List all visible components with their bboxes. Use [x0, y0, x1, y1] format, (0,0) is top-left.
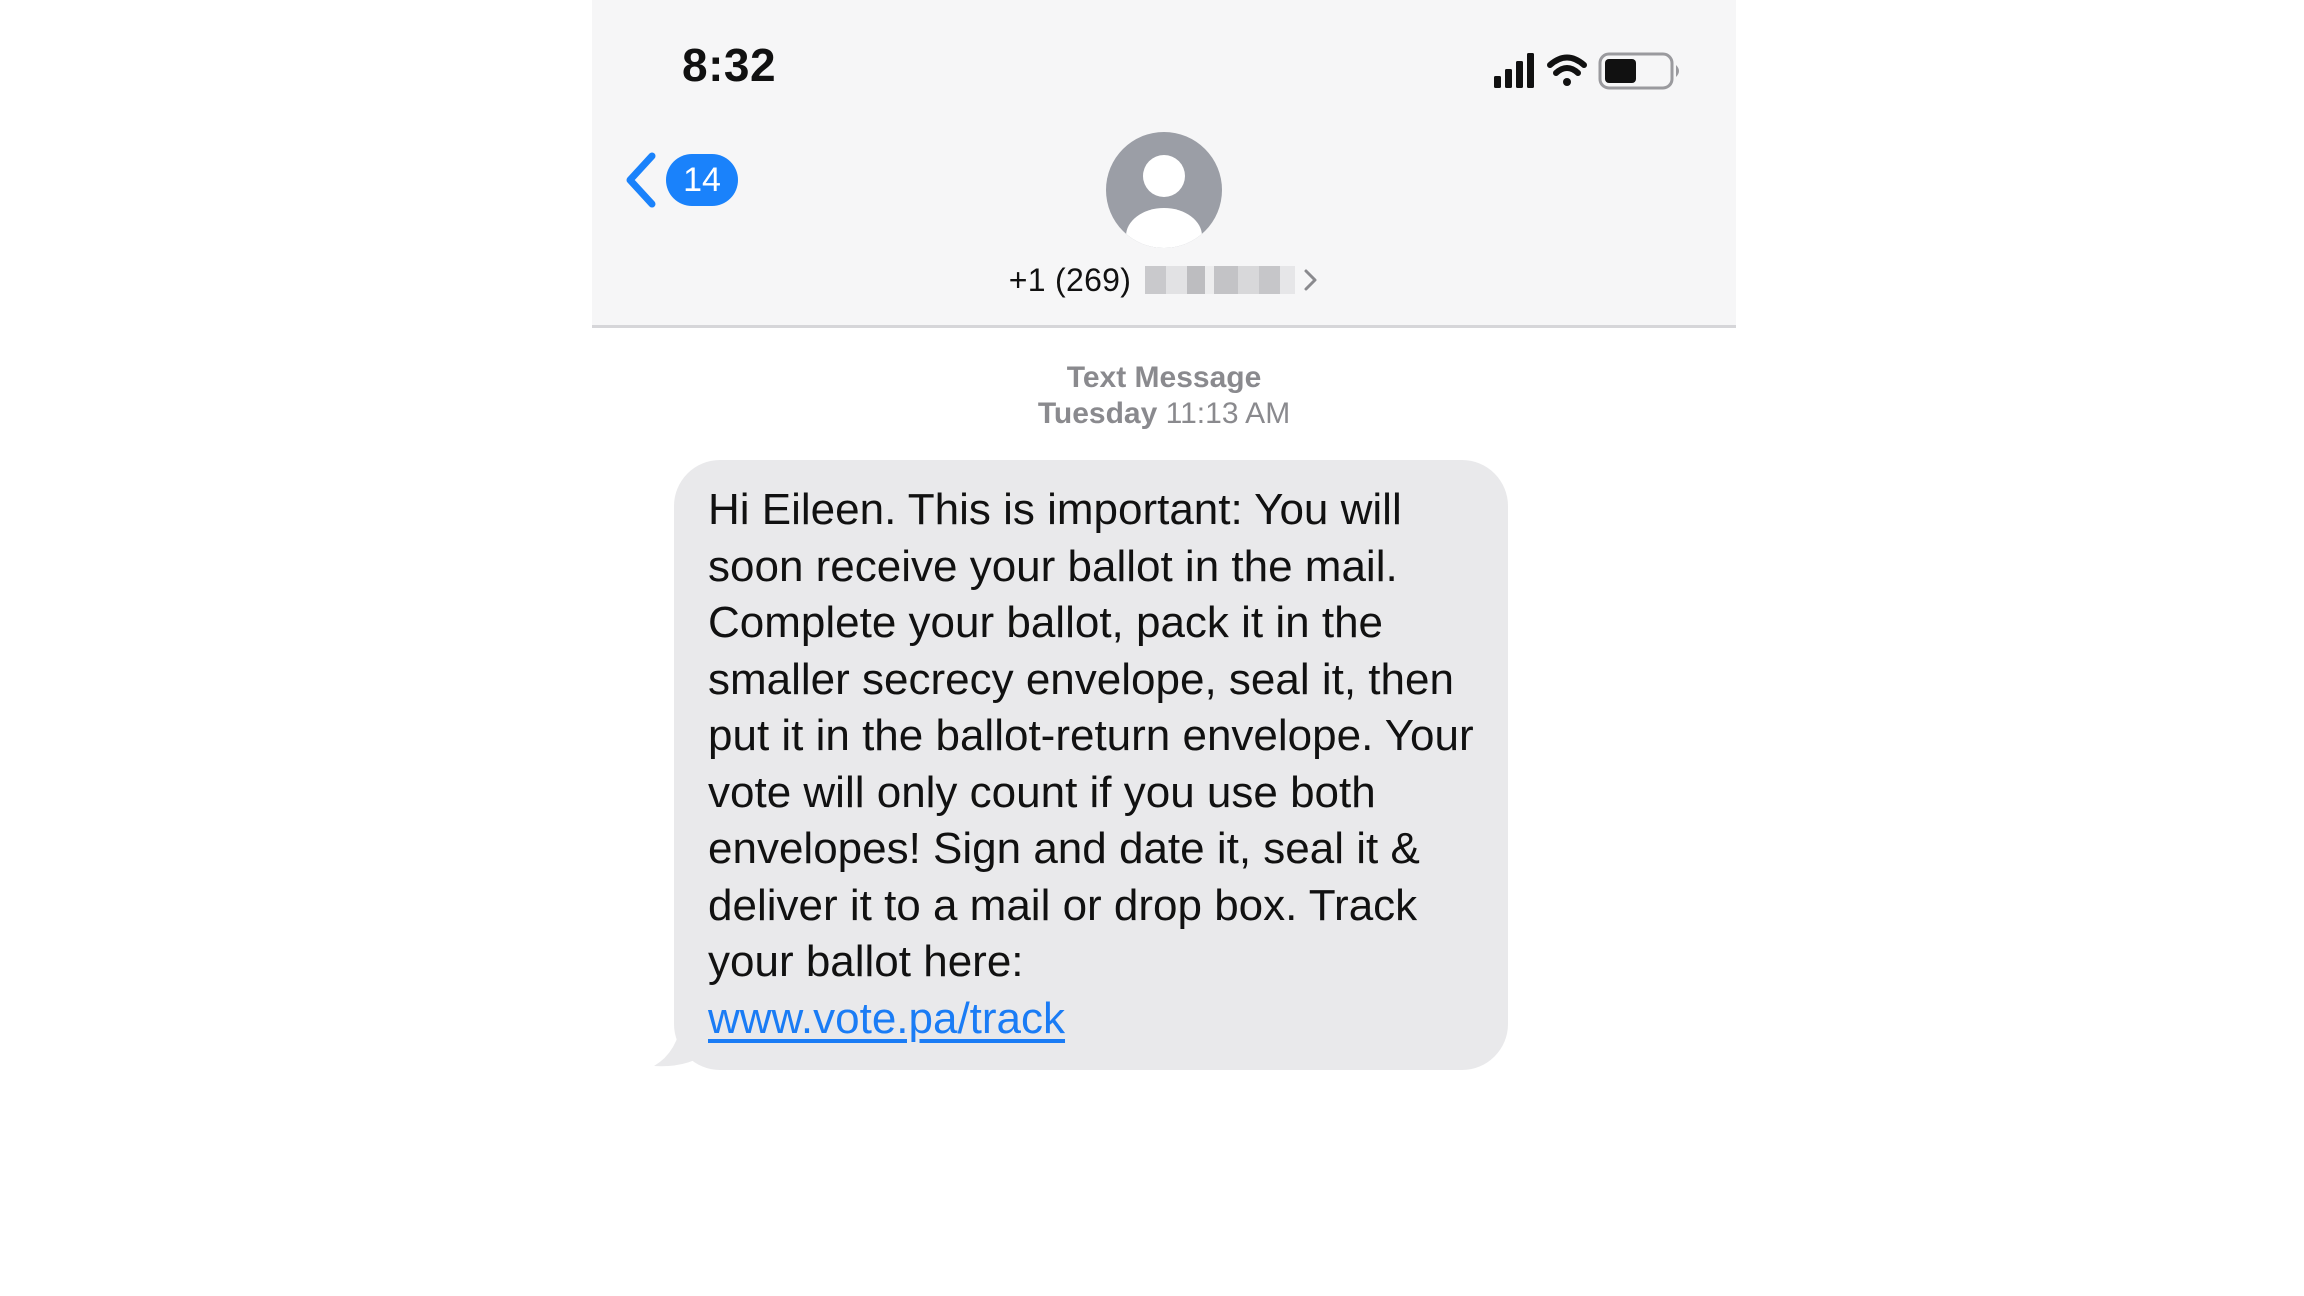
incoming-message[interactable]: Hi Eileen. This is important: You will s… [648, 460, 1528, 1070]
status-icons [1494, 52, 1679, 90]
service-label: Text Message [1066, 361, 1262, 394]
unread-count-badge: 14 [666, 154, 738, 206]
messages-screen: 8:32 14 +1 (269) Text Message Tuesday 11… [592, 0, 1736, 1296]
message-link[interactable]: www.vote.pa/track [708, 991, 1065, 1048]
message-meta: Text Message Tuesday 11:13 AM [592, 360, 1736, 432]
message-timestamp: Tuesday 11:13 AM [592, 396, 1736, 432]
timestamp-day: Tuesday [1037, 397, 1158, 430]
wifi-icon [1547, 54, 1587, 86]
back-button[interactable]: 14 [622, 150, 742, 210]
chevron-left-icon [626, 152, 656, 208]
contact-number: +1 (269) [1008, 261, 1132, 298]
chevron-right-icon [1304, 269, 1317, 291]
contact-avatar[interactable] [1106, 132, 1222, 248]
conversation-header: 8:32 14 +1 (269) [592, 0, 1736, 328]
message-text: Hi Eileen. This is important: You will s… [708, 485, 1474, 986]
message-bubble: Hi Eileen. This is important: You will s… [674, 460, 1508, 1070]
timestamp-time: 11:13 AM [1165, 397, 1291, 430]
status-time: 8:32 [682, 39, 777, 91]
contact-details-button[interactable]: +1 (269) [592, 258, 1736, 302]
battery-icon [1598, 52, 1679, 90]
cellular-signal-icon [1494, 53, 1534, 88]
redacted-number [1145, 266, 1296, 294]
